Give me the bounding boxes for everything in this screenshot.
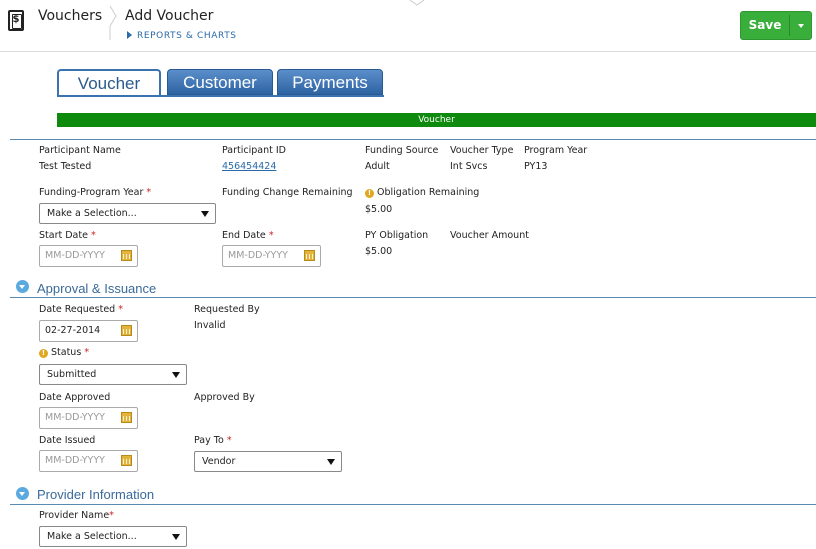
funding-program-year-label: Funding-Program Year *: [39, 187, 151, 198]
required-marker: *: [146, 187, 152, 198]
obligation-remaining-label: ! Obligation Remaining: [365, 187, 479, 198]
start-date-label: Start Date *: [39, 230, 96, 241]
tab-voucher[interactable]: Voucher: [57, 69, 161, 96]
date-requested-label: Date Requested *: [39, 304, 123, 315]
voucher-banner: Voucher: [57, 113, 816, 127]
requested-by-label: Requested By: [194, 304, 260, 315]
funding-source-value: Adult: [365, 161, 390, 172]
provider-section-title[interactable]: Provider Information: [37, 487, 154, 502]
funding-source-label: Funding Source: [365, 145, 439, 156]
calendar-icon[interactable]: [304, 250, 315, 261]
required-marker: *: [118, 304, 123, 315]
status-select[interactable]: Submitted: [39, 364, 187, 385]
section-divider: [10, 504, 816, 505]
voucher-document-icon: $: [8, 10, 24, 31]
voucher-type-label: Voucher Type: [450, 145, 514, 156]
end-date-label-text: End Date: [222, 230, 266, 241]
dropdown-arrow-icon: [172, 534, 180, 540]
obligation-remaining-label-text: Obligation Remaining: [377, 187, 480, 198]
triangle-right-icon: [127, 31, 132, 39]
date-approved-label: Date Approved: [39, 392, 111, 403]
calendar-icon[interactable]: [121, 455, 132, 466]
end-date-input[interactable]: MM-DD-YYYY: [222, 245, 321, 267]
requested-by-value: Invalid: [194, 320, 226, 331]
date-approved-placeholder: MM-DD-YYYY: [45, 412, 105, 423]
participant-id-link[interactable]: 456454424: [222, 161, 276, 172]
participant-name-value: Test Tested: [39, 161, 92, 172]
save-button-divider: [789, 15, 790, 36]
pay-to-label: Pay To *: [194, 435, 232, 446]
funding-program-year-select[interactable]: Make a Selection...: [39, 203, 216, 224]
program-year-value: PY13: [524, 161, 548, 172]
start-date-placeholder: MM-DD-YYYY: [45, 250, 105, 261]
participant-name-label: Participant Name: [39, 145, 121, 156]
start-date-label-text: Start Date: [39, 230, 88, 241]
section-divider: [10, 139, 816, 140]
end-date-placeholder: MM-DD-YYYY: [228, 250, 288, 261]
tab-underline: [57, 95, 384, 97]
required-marker: *: [109, 510, 114, 521]
status-value: Submitted: [47, 369, 97, 380]
dropdown-arrow-icon: [201, 211, 209, 217]
collapse-toggle-icon[interactable]: [16, 487, 29, 500]
date-issued-label: Date Issued: [39, 435, 96, 446]
calendar-icon[interactable]: [121, 412, 132, 423]
pay-to-label-text: Pay To: [194, 435, 224, 446]
funding-change-remaining-label: Funding Change Remaining: [222, 187, 353, 198]
voucher-type-value: Int Svcs: [450, 161, 488, 172]
dropdown-arrow-icon: [327, 459, 335, 465]
calendar-icon[interactable]: [121, 325, 132, 336]
approval-section-title[interactable]: Approval & Issuance: [37, 281, 156, 296]
approved-by-label: Approved By: [194, 392, 255, 403]
end-date-label: End Date *: [222, 230, 274, 241]
pay-to-value: Vendor: [202, 456, 236, 467]
reports-charts-link[interactable]: REPORTS & CHARTS: [127, 31, 237, 41]
collapse-toggle-icon[interactable]: [16, 280, 29, 293]
app-title[interactable]: Vouchers: [38, 8, 102, 24]
reports-charts-label: REPORTS & CHARTS: [137, 31, 237, 41]
tab-customer[interactable]: Customer: [167, 69, 273, 95]
provider-name-select[interactable]: Make a Selection...: [39, 526, 187, 547]
breadcrumb-separator-icon: [109, 6, 117, 40]
status-label: ! Status *: [39, 347, 89, 358]
dropdown-arrow-icon: [172, 372, 180, 378]
info-icon[interactable]: !: [365, 189, 374, 198]
date-issued-placeholder: MM-DD-YYYY: [45, 455, 105, 466]
required-marker: *: [84, 347, 90, 358]
provider-name-label-text: Provider Name: [39, 510, 110, 521]
required-marker: *: [226, 435, 232, 446]
provider-name-label: Provider Name*: [39, 510, 114, 521]
required-marker: *: [90, 230, 96, 241]
date-approved-input[interactable]: MM-DD-YYYY: [39, 407, 138, 429]
date-requested-input[interactable]: 02-27-2014: [39, 320, 138, 342]
py-obligation-label: PY Obligation: [365, 230, 429, 241]
py-obligation-value: $5.00: [365, 246, 393, 257]
required-marker: *: [268, 230, 274, 241]
funding-program-year-label-text: Funding-Program Year: [39, 187, 144, 198]
funding-program-year-value: Make a Selection...: [47, 208, 137, 219]
start-date-input[interactable]: MM-DD-YYYY: [39, 245, 138, 267]
date-requested-label-text: Date Requested: [39, 304, 116, 315]
date-requested-value: 02-27-2014: [45, 325, 101, 336]
info-icon[interactable]: !: [39, 349, 48, 358]
calendar-icon[interactable]: [121, 250, 132, 261]
status-label-text: Status: [51, 347, 82, 358]
section-divider: [10, 297, 816, 298]
program-year-label: Program Year: [524, 145, 588, 156]
header-notch-icon: [410, 0, 424, 6]
voucher-amount-label: Voucher Amount: [450, 230, 529, 241]
date-issued-input[interactable]: MM-DD-YYYY: [39, 450, 138, 472]
save-options-caret-icon[interactable]: [798, 24, 804, 28]
pay-to-select[interactable]: Vendor: [194, 451, 342, 472]
page-header: [0, 0, 816, 52]
tab-payments[interactable]: Payments: [277, 69, 383, 95]
page-title: Add Voucher: [125, 8, 214, 24]
save-button[interactable]: Save: [740, 11, 812, 40]
obligation-remaining-value: $5.00: [365, 204, 393, 215]
provider-name-value: Make a Selection...: [47, 531, 137, 542]
save-button-label: Save: [748, 18, 782, 32]
participant-id-label: Participant ID: [222, 145, 286, 156]
